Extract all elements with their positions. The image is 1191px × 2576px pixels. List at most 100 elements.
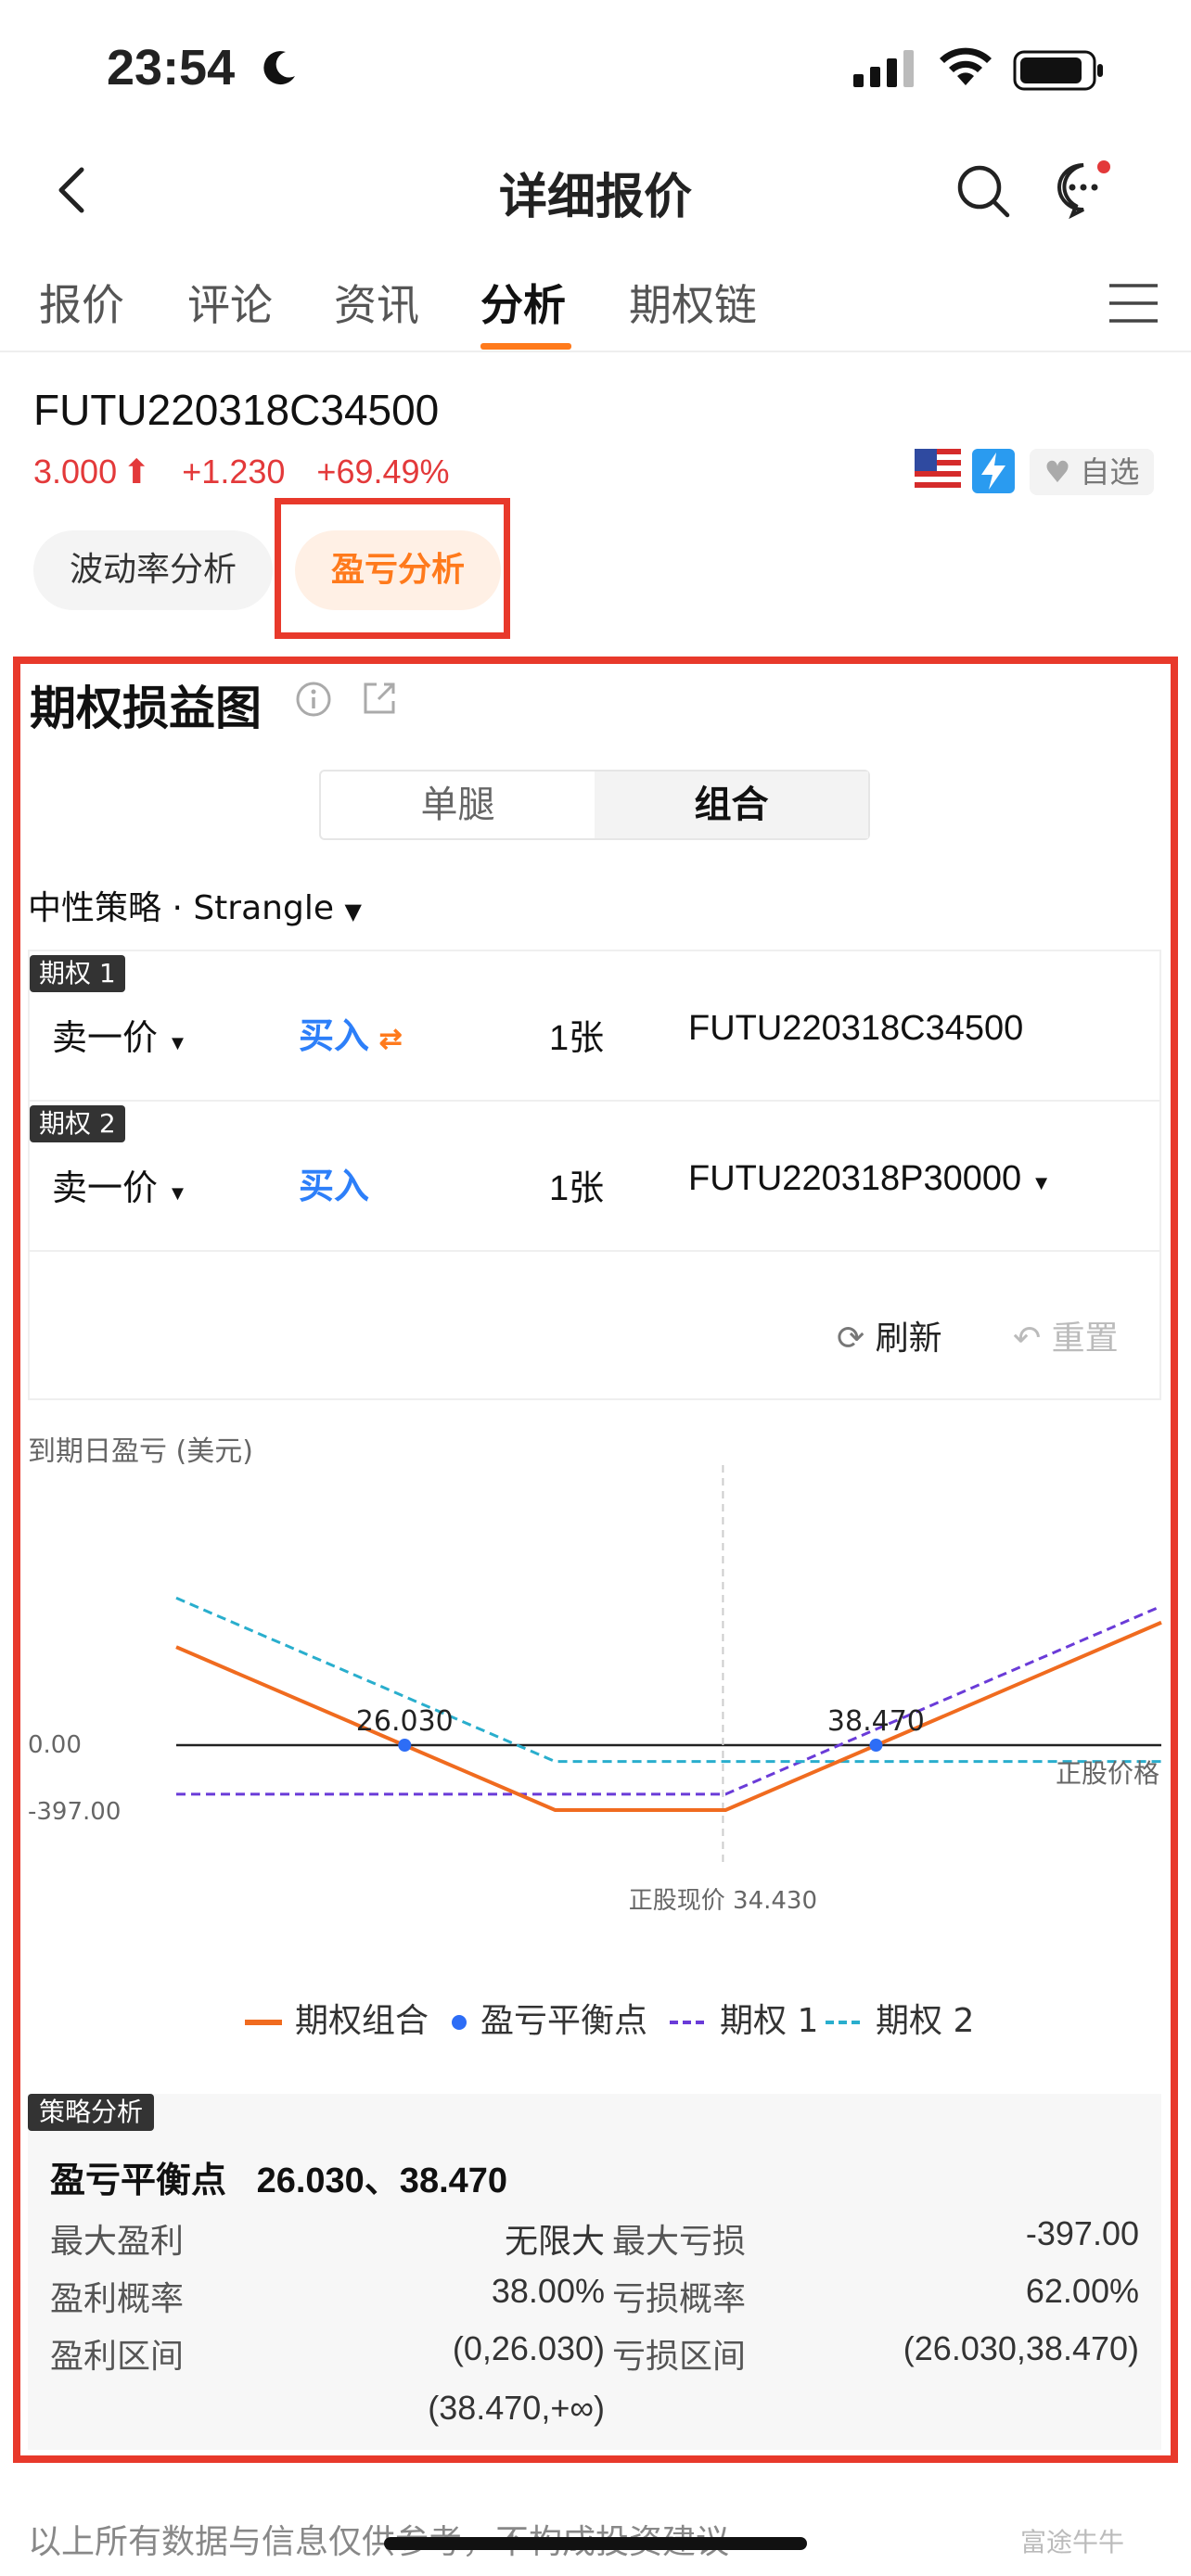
option-code: FUTU220318C34500 bbox=[33, 386, 440, 434]
watermark-text: 富途牛牛 bbox=[1020, 2527, 1125, 2557]
tab-comments[interactable]: 评论 bbox=[187, 272, 273, 333]
leg-2-action[interactable]: 买入 bbox=[299, 1157, 369, 1208]
max-loss-value: -397.00 bbox=[1025, 2214, 1139, 2252]
breakeven-label-high: 38.470 bbox=[827, 1705, 925, 1738]
legend-leg1-label: 期权 1 bbox=[720, 2002, 819, 2040]
breakeven-point-high bbox=[869, 1739, 883, 1752]
tab-option-chain[interactable]: 期权链 bbox=[629, 272, 757, 333]
profit-range-value-2: (38.470,+∞) bbox=[428, 2389, 605, 2427]
reset-button[interactable]: ↶ 重置 bbox=[1013, 1311, 1119, 1359]
refresh-icon: ⟳ bbox=[837, 1320, 865, 1358]
chart-legend: 期权组合 盈亏平衡点 期权 1 期权 2 bbox=[0, 1994, 1191, 2049]
leg-1-action-label: 买入 bbox=[299, 1017, 370, 1056]
price-change-pct: +69.49% bbox=[316, 453, 450, 491]
info-icon[interactable] bbox=[295, 681, 332, 718]
payoff-chart: 0.00 -397.00 26.030 38.470 正股价格 正股现价 34.… bbox=[28, 1465, 1162, 1915]
home-indicator[interactable] bbox=[384, 2537, 807, 2550]
max-loss-label: 最大亏损 bbox=[612, 2222, 747, 2260]
loss-range-value: (26.030,38.470) bbox=[903, 2329, 1139, 2367]
profit-range-label: 盈利区间 bbox=[50, 2337, 185, 2375]
highlight-box-subtab bbox=[275, 498, 510, 639]
leg-1-price-type[interactable]: 卖一价 ▼ bbox=[52, 1009, 187, 1060]
tab-underline bbox=[480, 343, 571, 350]
analysis-tag: 策略分析 bbox=[28, 2094, 155, 2131]
divider bbox=[30, 1250, 1159, 1252]
heart-icon: ♥ bbox=[1044, 454, 1071, 490]
caret-down-icon: ▼ bbox=[344, 899, 362, 925]
watchlist-button[interactable]: ♥ 自选 bbox=[1030, 449, 1154, 495]
caret-down-icon: ▼ bbox=[167, 1181, 188, 1205]
breakeven-summary-value: 26.030、38.470 bbox=[256, 2162, 508, 2200]
us-flag-icon bbox=[915, 449, 961, 493]
loss-prob-label: 亏损概率 bbox=[612, 2279, 747, 2317]
legend-breakeven-label: 盈亏平衡点 bbox=[480, 2002, 648, 2040]
leg-1-action[interactable]: 买入 ⇄ bbox=[299, 1007, 403, 1058]
combo-button[interactable]: 组合 bbox=[595, 772, 868, 838]
legend-combo-label: 期权组合 bbox=[295, 2002, 429, 2040]
refresh-button[interactable]: ⟳ 刷新 bbox=[837, 1311, 942, 1359]
tab-analysis[interactable]: 分析 bbox=[480, 272, 566, 333]
tab-news[interactable]: 资讯 bbox=[334, 272, 419, 333]
leg-1-contract[interactable]: FUTU220318C34500 bbox=[688, 1009, 1023, 1049]
legend-leg1-swatch bbox=[670, 2021, 707, 2024]
legend-leg2-label: 期权 2 bbox=[876, 2002, 975, 2040]
y-tick-loss: -397.00 bbox=[28, 1798, 121, 1826]
breakeven-summary-label: 盈亏平衡点 bbox=[50, 2162, 227, 2200]
last-price: 3.000 bbox=[33, 453, 118, 491]
status-bar: 23:54 bbox=[0, 0, 1191, 139]
divider bbox=[30, 1100, 1159, 1102]
profit-prob-value: 38.00% bbox=[491, 2272, 605, 2310]
single-leg-button[interactable]: 单腿 bbox=[321, 772, 595, 838]
legend-breakeven-swatch bbox=[452, 2015, 467, 2030]
leg-1-series-line bbox=[176, 1604, 1162, 1796]
breakeven-label-low: 26.030 bbox=[356, 1705, 454, 1738]
battery-icon bbox=[1013, 50, 1103, 91]
loss-prob-value: 62.00% bbox=[1025, 2272, 1139, 2310]
undo-icon: ↶ bbox=[1013, 1320, 1042, 1358]
caret-down-icon: ▼ bbox=[167, 1031, 188, 1054]
menu-icon[interactable] bbox=[1106, 280, 1161, 326]
leg-1-price-type-label: 卖一价 bbox=[52, 1019, 159, 1058]
leg-2-price-type[interactable]: 卖一价 ▼ bbox=[52, 1159, 187, 1210]
leg-2-qty[interactable]: 1张 bbox=[549, 1159, 604, 1210]
watchlist-label: 自选 bbox=[1080, 454, 1140, 490]
tab-bar bbox=[0, 260, 1191, 352]
leg-1-tag: 期权 1 bbox=[30, 955, 125, 992]
leg-2-series-line bbox=[175, 1596, 1161, 1764]
strategy-label: 中性策略 · Strangle bbox=[28, 889, 334, 927]
leg-mode-segment: 单腿 组合 bbox=[319, 770, 870, 840]
leg-2-price-type-label: 卖一价 bbox=[52, 1169, 159, 1208]
profit-range-value-1: (0,26.030) bbox=[452, 2329, 605, 2367]
legend-leg2: 期权 2 bbox=[826, 1994, 974, 2042]
loss-range-label: 亏损区间 bbox=[612, 2337, 747, 2375]
y-tick-zero: 0.00 bbox=[28, 1731, 82, 1759]
status-time: 23:54 bbox=[107, 40, 236, 96]
stock-price-label: 正股价格 bbox=[1056, 1758, 1159, 1789]
search-button[interactable] bbox=[955, 163, 1011, 219]
share-icon[interactable] bbox=[360, 679, 399, 718]
legend-leg1: 期权 1 bbox=[670, 1994, 818, 2042]
max-profit-value: 无限大 bbox=[504, 2222, 605, 2260]
leg-2-contract-label: FUTU220318P30000 bbox=[688, 1159, 1022, 1198]
leg-2-tag: 期权 2 bbox=[30, 1105, 125, 1142]
moon-icon bbox=[263, 51, 295, 85]
wifi-icon bbox=[940, 47, 992, 85]
legend-combo: 期权组合 bbox=[245, 1994, 429, 2042]
reset-label: 重置 bbox=[1051, 1320, 1119, 1358]
legend-combo-swatch bbox=[245, 2020, 282, 2025]
leg-2-contract[interactable]: FUTU220318P30000 ▼ bbox=[688, 1159, 1051, 1199]
volatility-analysis-tab[interactable]: 波动率分析 bbox=[33, 530, 273, 610]
leg-1-qty[interactable]: 1张 bbox=[549, 1009, 604, 1060]
breakeven-summary: 盈亏平衡点 26.030、38.470 bbox=[50, 2151, 507, 2202]
strategy-selector[interactable]: 中性策略 · Strangle ▼ bbox=[28, 881, 362, 929]
spot-price-label: 正股现价 34.430 bbox=[629, 1887, 817, 1915]
tab-quote[interactable]: 报价 bbox=[39, 272, 124, 333]
legend-leg2-swatch bbox=[826, 2021, 863, 2024]
combo-series-line bbox=[175, 1620, 1162, 1812]
message-button[interactable] bbox=[1054, 159, 1113, 219]
price-row: 3.000 ⬆ +1.230 +69.49% bbox=[33, 453, 472, 491]
strategy-analysis-panel: 策略分析 盈亏平衡点 26.030、38.470 最大盈利 无限大 最大亏损 -… bbox=[28, 2094, 1161, 2450]
section-title: 期权损益图 bbox=[30, 682, 262, 735]
max-profit-label: 最大盈利 bbox=[50, 2222, 185, 2260]
profit-prob-label: 盈利概率 bbox=[50, 2279, 185, 2317]
